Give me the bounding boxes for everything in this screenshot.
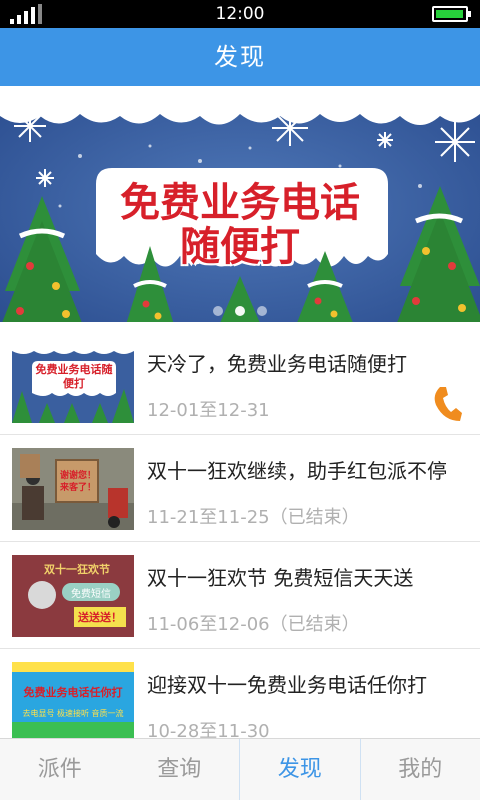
tab-discover[interactable]: 发现 <box>239 739 361 800</box>
promo-banner[interactable]: 免费业务电话 随便打 <box>0 86 480 328</box>
item-date: 11-21至11-25（已结束） <box>147 507 360 528</box>
item-title: 双十一狂欢节 免费短信天天送 <box>147 566 414 590</box>
tab-mine[interactable]: 我的 <box>361 739 480 800</box>
thumb-caption-1: 免费业务电话任你打 <box>23 686 123 699</box>
thumb-caption-3: 送送送！ <box>78 611 122 624</box>
status-time: 12:00 <box>215 4 265 24</box>
thumb-caption: 谢谢您！来客了！ <box>59 471 96 493</box>
banner-headline-2: 随便打 <box>180 224 300 270</box>
pager-dot[interactable] <box>257 306 267 316</box>
item-title: 天冷了，免费业务电话随便打 <box>147 352 407 376</box>
phone-call-icon[interactable] <box>432 385 462 423</box>
list-item[interactable]: 谢谢您！来客了！ 双十一狂欢继续，助手红包派不停 11-21至11-25（已结束… <box>0 435 480 542</box>
tab-query[interactable]: 查询 <box>120 739 240 800</box>
status-bar: 12:00 <box>0 0 480 28</box>
item-thumbnail: 免费业务电话随便打 <box>12 341 134 423</box>
list-item[interactable]: 免费业务电话随便打 天冷了，免费业务电话随便打 12-01至12-31 <box>0 328 480 435</box>
item-date: 11-06至12-06（已结束） <box>147 614 360 635</box>
bottom-tab-bar: 派件 查询 发现 我的 <box>0 738 480 800</box>
thumb-caption-1: 双十一狂欢节 <box>44 563 110 576</box>
item-date: 12-01至12-31 <box>147 400 270 421</box>
item-thumbnail: 双十一狂欢节 免费短信 送送送！ <box>12 555 134 637</box>
promotion-list: 免费业务电话随便打 天冷了，免费业务电话随便打 12-01至12-31 谢谢您！… <box>0 328 480 756</box>
item-thumbnail: 谢谢您！来客了！ <box>12 448 134 530</box>
item-thumbnail: 免费业务电话任你打 去电显号 极速接听 音质一流 <box>12 662 134 744</box>
item-title: 迎接双十一免费业务电话任你打 <box>147 673 427 697</box>
page-title: 发现 <box>0 28 480 86</box>
banner-pager <box>0 301 480 320</box>
thumb-caption-2: 去电显号 极速接听 音质一流 <box>22 709 124 718</box>
tab-dispatch[interactable]: 派件 <box>0 739 120 800</box>
thumb-caption: 免费业务电话随便打 <box>35 363 113 390</box>
thumb-caption-2: 免费短信 <box>71 589 111 600</box>
battery-icon <box>432 6 471 22</box>
pager-dot-active[interactable] <box>235 306 245 316</box>
pager-dot[interactable] <box>213 306 223 316</box>
list-item[interactable]: 双十一狂欢节 免费短信 送送送！ 双十一狂欢节 免费短信天天送 11-06至12… <box>0 542 480 649</box>
item-title: 双十一狂欢继续，助手红包派不停 <box>147 459 447 483</box>
